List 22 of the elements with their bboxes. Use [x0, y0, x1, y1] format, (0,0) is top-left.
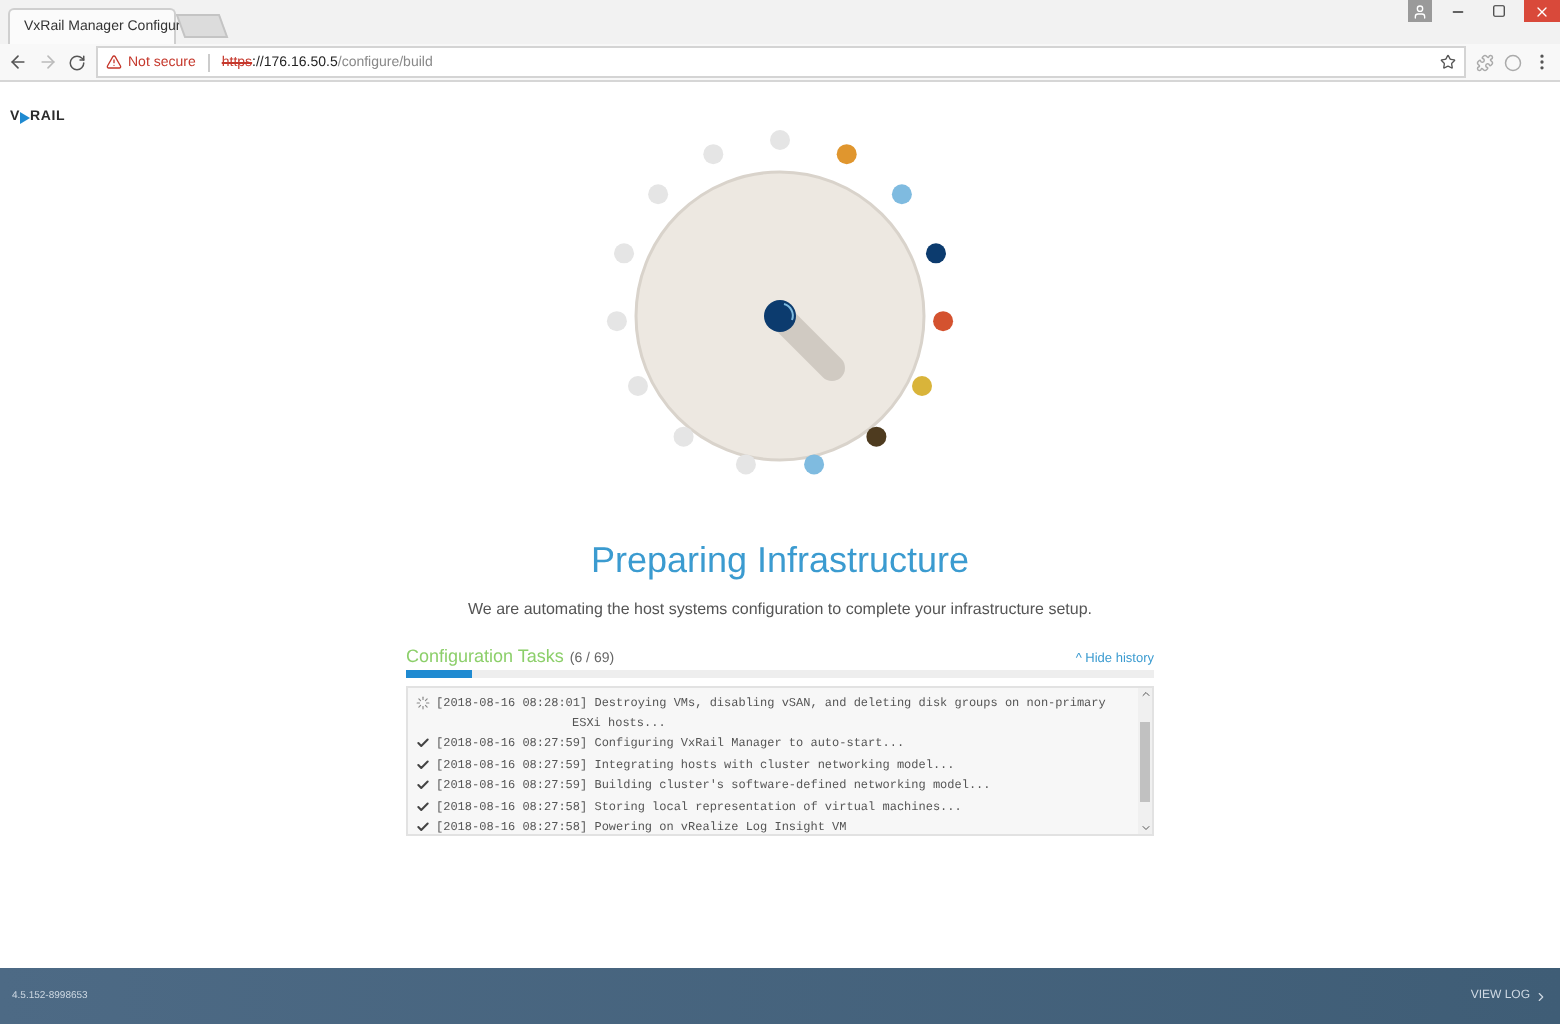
person-icon	[1412, 3, 1428, 19]
profile-button[interactable]	[1408, 0, 1432, 22]
reload-icon[interactable]	[68, 53, 86, 71]
maximize-icon	[1491, 4, 1505, 18]
forward-icon[interactable]	[38, 52, 58, 72]
scrollbar[interactable]	[1138, 688, 1152, 834]
new-tab-button[interactable]	[175, 14, 229, 38]
page-title: Preparing Infrastructure	[590, 540, 970, 582]
scroll-down-icon[interactable]	[1139, 822, 1151, 834]
chevron-right-icon	[1534, 989, 1548, 1003]
warning-icon	[106, 54, 122, 70]
spinner-icon	[416, 696, 430, 710]
close-button[interactable]	[1524, 0, 1560, 22]
close-icon	[1534, 3, 1550, 19]
back-icon[interactable]	[8, 52, 28, 72]
dial-pointer	[764, 300, 845, 381]
bookmark-star-icon[interactable]	[1440, 54, 1456, 70]
extension-icon[interactable]	[1476, 53, 1494, 71]
extension-icon[interactable]	[1504, 53, 1522, 71]
scroll-up-icon[interactable]	[1139, 688, 1151, 700]
tasks-heading: Configuration Tasks	[406, 646, 564, 666]
page-subtitle: We are automating the host systems configuration to complete your infrastructure setup.	[467, 600, 1092, 618]
